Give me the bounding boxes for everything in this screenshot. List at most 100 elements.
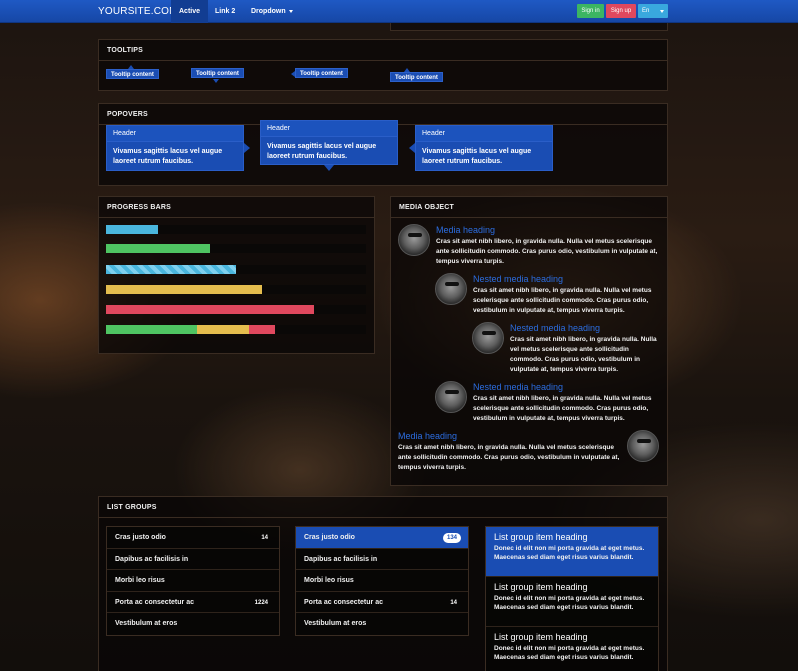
- popover-1: Header Vivamus sagittis lacus vel augue …: [106, 125, 244, 171]
- list-item[interactable]: Dapibus ac facilisis in: [107, 548, 279, 570]
- popover-body: Vivamus sagittis lacus vel augue laoreet…: [113, 148, 223, 165]
- media-body: Cras sit amet nibh libero, in gravida nu…: [398, 444, 620, 471]
- avatar: [472, 322, 504, 354]
- list-item[interactable]: Vestibulum at eros: [107, 613, 279, 635]
- list-item-label: Porta ac consectetur ac: [115, 598, 194, 606]
- count-badge: 1224: [254, 599, 268, 606]
- list-item-text: Donec id elit non mi porta gravida at eg…: [494, 545, 645, 561]
- list-item-label: Morbi leo risus: [304, 577, 354, 584]
- nav-item-link2[interactable]: Link 2: [207, 0, 243, 23]
- popover-body: Vivamus sagittis lacus vel augue laoreet…: [267, 143, 377, 160]
- list-item[interactable]: List group item heading Donec id elit no…: [486, 627, 658, 671]
- list-group-custom: List group item heading Donec id elit no…: [485, 526, 659, 671]
- language-label: En: [642, 8, 650, 14]
- count-badge: 14: [261, 535, 268, 541]
- list-item[interactable]: Dapibus ac facilisis in: [296, 548, 468, 570]
- list-item-label: Dapibus ac facilisis in: [304, 555, 378, 563]
- progress-bar: [106, 285, 262, 294]
- tooltips-panel: TOOLTIPS: [98, 39, 668, 91]
- brand-logo[interactable]: YOURSITE.COM: [98, 6, 178, 17]
- list-item-label: Cras justo odio: [304, 534, 355, 541]
- media-heading[interactable]: Nested media heading: [473, 382, 563, 392]
- list-item[interactable]: List group item heading Donec id elit no…: [486, 577, 658, 627]
- list-group-badges: Cras justo odio 14 Dapibus ac facilisis i…: [106, 526, 280, 636]
- media-body: Cras sit amet nibh libero, in gravida nu…: [473, 395, 652, 422]
- progress-bar: [106, 265, 236, 274]
- list-item[interactable]: Porta ac consectetur ac 14: [296, 591, 468, 613]
- progress-track: [106, 265, 366, 274]
- panel-title: TOOLTIPS: [99, 40, 667, 61]
- list-group-links: Cras justo odio 134 Dapibus ac facilisis …: [295, 526, 469, 636]
- progress-track: [106, 305, 366, 314]
- popover-body: Vivamus sagittis lacus vel augue laoreet…: [422, 148, 532, 165]
- nav-item-active[interactable]: Active: [171, 0, 209, 23]
- tooltip-arrow: [213, 79, 219, 83]
- navbar: YOURSITE.COM Active Link 2 Dropdown Sign…: [0, 0, 798, 23]
- count-badge: 134: [442, 533, 461, 543]
- list-item-label: Porta ac consectetur ac: [304, 598, 383, 606]
- count-badge: 14: [450, 599, 457, 606]
- list-item-label: Vestibulum at eros: [115, 620, 178, 627]
- list-item-heading: List group item heading: [494, 582, 588, 592]
- tooltip-bottom: Tooltip content: [191, 68, 244, 78]
- list-item-heading: List group item heading: [494, 532, 588, 542]
- media-body: Cras sit amet nibh libero, in gravida nu…: [473, 287, 652, 314]
- panel-title: LIST GROUPS: [99, 497, 667, 518]
- list-item-label: Vestibulum at eros: [304, 620, 367, 627]
- list-item[interactable]: Morbi leo risus: [296, 570, 468, 592]
- popover-arrow: [324, 165, 334, 171]
- list-item-label: Morbi leo risus: [115, 577, 165, 584]
- media-heading[interactable]: Media heading: [436, 225, 495, 235]
- list-item[interactable]: Cras justo odio 14: [107, 527, 279, 549]
- chevron-down-icon: [660, 10, 664, 13]
- progress-bar-segment: [106, 325, 197, 334]
- tooltip-left: Tooltip content: [295, 68, 348, 78]
- avatar: [435, 381, 467, 413]
- progress-bar-segment: [249, 325, 275, 334]
- nav-item-dropdown[interactable]: Dropdown: [243, 0, 301, 23]
- popover-header: Header: [416, 126, 552, 142]
- progress-track: [106, 244, 366, 253]
- progress-bar-segment: [197, 325, 249, 334]
- sign-in-button[interactable]: Sign in: [577, 4, 604, 18]
- list-item-active[interactable]: Cras justo odio 134: [296, 527, 468, 549]
- list-item-active[interactable]: List group item heading Donec id elit no…: [486, 527, 658, 577]
- tooltip-arrow: [404, 68, 410, 72]
- list-item-label: Cras justo odio: [115, 534, 166, 541]
- list-item[interactable]: Porta ac consectetur ac 1224: [107, 591, 279, 613]
- popover-2: Header Vivamus sagittis lacus vel augue …: [260, 120, 398, 165]
- language-dropdown[interactable]: En: [638, 4, 668, 18]
- list-item-text: Donec id elit non mi porta gravida at eg…: [494, 645, 645, 661]
- tooltip-top: Tooltip content: [106, 69, 159, 79]
- progress-track: [106, 285, 366, 294]
- list-item-label: Dapibus ac facilisis in: [115, 555, 189, 563]
- progress-bar: [106, 244, 210, 253]
- progress-track: [106, 225, 366, 234]
- media-body: Cras sit amet nibh libero, in gravida nu…: [436, 238, 658, 265]
- media-heading[interactable]: Media heading: [398, 431, 457, 441]
- media-heading[interactable]: Nested media heading: [510, 323, 600, 333]
- list-item[interactable]: Vestibulum at eros: [296, 613, 468, 635]
- avatar: [627, 430, 659, 462]
- popover-3: Header Vivamus sagittis lacus vel augue …: [415, 125, 553, 171]
- popover-header: Header: [261, 121, 397, 137]
- tooltip-right: Tooltip content: [390, 72, 443, 82]
- progress-track-stacked: [106, 325, 366, 334]
- progress-bar: [106, 305, 314, 314]
- panel-title: PROGRESS BARS: [99, 197, 374, 218]
- sign-up-button[interactable]: Sign up: [606, 4, 636, 18]
- previous-panel-edge: [390, 23, 668, 31]
- media-body: Cras sit amet nibh libero, in gravida nu…: [510, 336, 657, 373]
- avatar: [398, 224, 430, 256]
- popover-arrow: [244, 143, 250, 153]
- progress-bar: [106, 225, 158, 234]
- tooltip-arrow: [128, 65, 134, 69]
- tooltip-arrow: [291, 71, 295, 77]
- nav-dropdown-label: Dropdown: [251, 8, 286, 15]
- media-heading[interactable]: Nested media heading: [473, 274, 563, 284]
- list-item-text: Donec id elit non mi porta gravida at eg…: [494, 595, 645, 611]
- panel-title: MEDIA OBJECT: [391, 197, 667, 218]
- popover-header: Header: [107, 126, 243, 142]
- list-item[interactable]: Morbi leo risus: [107, 570, 279, 592]
- list-item-heading: List group item heading: [494, 632, 588, 642]
